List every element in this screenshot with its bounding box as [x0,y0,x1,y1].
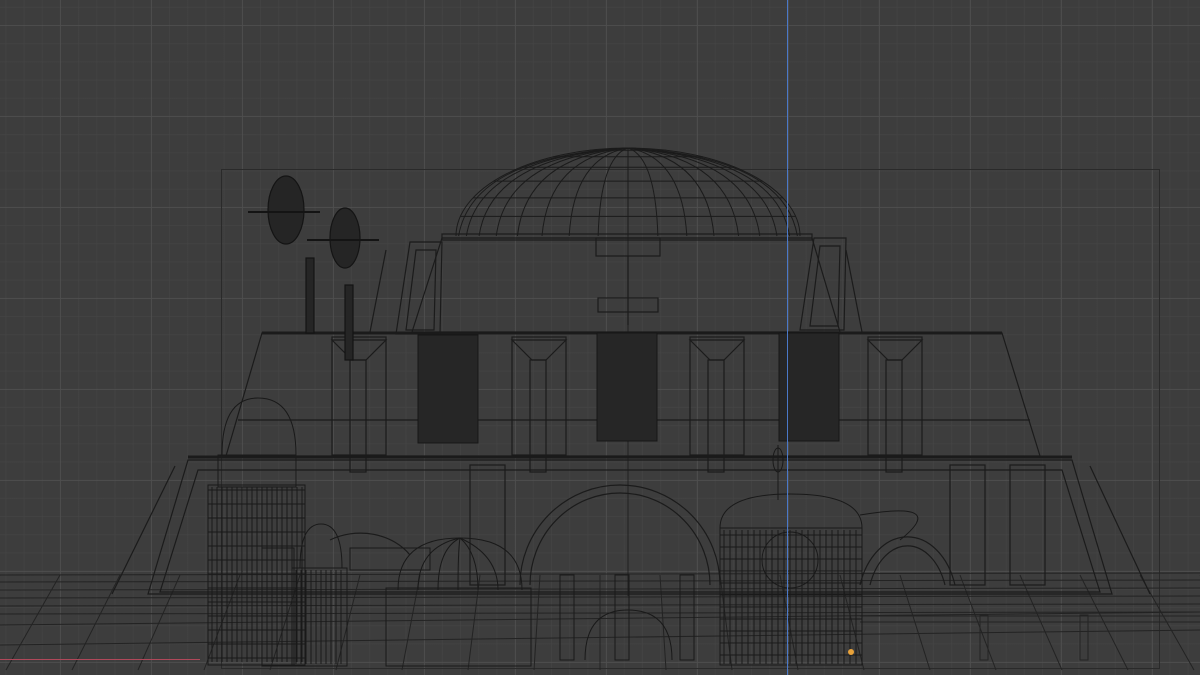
pilaster-cap [510,339,568,361]
dome-rib [627,147,715,237]
ground-ray [5,574,61,671]
3d-viewport[interactable] [0,0,1200,675]
buttress-edge [845,249,863,333]
right-tower-cap [719,493,863,529]
light-source-icon[interactable] [848,649,854,655]
dome-rib [495,147,629,237]
tower-cap [221,397,297,456]
arch [519,484,721,586]
lower-pilaster [949,464,986,586]
dome-rib [627,147,791,237]
arch-left [329,532,411,556]
small-tower-cap [299,523,343,569]
small-dome-rib [417,537,461,591]
side-strut [1089,465,1151,595]
dish-pole [344,284,354,361]
small-dome-rib [457,537,461,591]
buttress-edge [369,249,387,333]
y-axis-line [787,0,788,675]
post [614,574,630,661]
lower-pilaster [1009,464,1046,586]
drum-rim [441,233,813,241]
dome-rib [465,147,629,237]
banner [417,334,479,444]
ground-ray [71,574,121,671]
small-tower [291,567,348,667]
post [559,574,575,661]
banner [778,332,840,442]
pilaster-cap [866,339,924,361]
buttress-inner [405,249,437,331]
dome-rib [516,147,629,237]
dome-rib [627,147,659,237]
banner [596,332,658,442]
pilaster [331,336,387,456]
x-axis-line [0,659,200,660]
small-dome-base [385,587,532,667]
arch-right-inner [869,545,946,586]
dome-rib [627,147,740,237]
ground-line [0,572,1200,576]
buttress-inner [809,245,841,327]
pilaster-cap [688,339,746,361]
pilaster [867,336,923,456]
arch-right [859,536,956,586]
pilaster [511,336,567,456]
dish-pole [305,257,315,334]
wireframe-scene[interactable] [0,0,1200,675]
small-dome [397,537,523,591]
dish [329,207,361,269]
pilaster [689,336,745,456]
banners [417,332,840,444]
dome-rib [541,147,629,237]
pilaster-cap [330,339,388,361]
ground-grid [0,572,1200,671]
small-dome-rib [437,537,461,591]
drum [411,237,841,333]
dome-rib [597,147,629,237]
tube [859,510,919,541]
connector [349,547,431,571]
dish [267,175,305,245]
dome-wireframe [455,147,801,237]
dome-rib [627,147,761,237]
small-dome-rib [459,537,479,591]
lower-pilaster [469,464,506,586]
ground-ray [779,574,799,671]
